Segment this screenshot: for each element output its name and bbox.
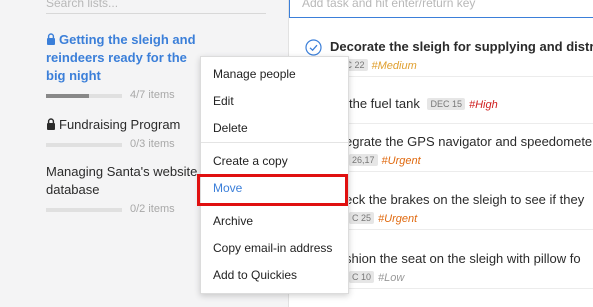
menu-item-add-quickies[interactable]: Add to Quickies [201,263,348,287]
task-tag[interactable]: #Low [378,272,404,284]
progress-count: 0/3 items [130,138,175,150]
due-date-badge: 26,17 [349,154,378,166]
task-title: eck the brakes on the sleigh to see if t… [345,192,585,207]
list-progress: 4/7 items [46,89,206,102]
list-title-row: Getting the sleigh and reindeers ready f… [46,31,206,85]
task-meta: C 10 #Low [349,271,404,284]
task-tag[interactable]: #Medium [372,60,417,72]
menu-item-copy-email[interactable]: Copy email-in address [201,236,348,260]
task-title: egrate the GPS navigator and speedometer [345,134,593,149]
progress-count: 0/2 items [130,203,175,215]
lock-icon [47,118,55,130]
task-tag[interactable]: #Urgent [378,213,417,225]
list-title-row: Fundraising Program [46,116,206,134]
task-title: Decorate the sleigh for supplying and di… [330,39,593,54]
list-item-website[interactable]: Managing Santa's website database 0/2 it… [46,163,206,216]
add-task-input[interactable] [290,0,593,14]
menu-divider [201,142,348,143]
task-title: shion the seat on the sleigh with pillow… [345,251,581,266]
task-tag[interactable]: #High [469,99,498,111]
list-title: Managing Santa's website database [46,164,198,197]
list-title: Fundraising Program [59,117,181,132]
list-item-fundraising[interactable]: Fundraising Program 0/3 items [46,116,206,151]
menu-item-create-copy[interactable]: Create a copy [201,149,348,173]
lock-icon [47,33,55,45]
check-circle-icon[interactable] [305,39,322,56]
due-date-badge: C 10 [349,271,375,283]
progress-fill [46,94,90,98]
add-task-wrapper [289,0,593,18]
list-title: Getting the sleigh and reindeers ready f… [46,32,196,83]
search-lists-input[interactable] [46,0,266,12]
menu-item-delete[interactable]: Delete [201,116,348,140]
progress-count: 4/7 items [130,89,175,101]
progress-bar [46,143,122,147]
list-item-sleigh[interactable]: Getting the sleigh and reindeers ready f… [46,31,206,102]
list-progress: 0/3 items [46,138,206,151]
menu-item-manage-people[interactable]: Manage people [201,62,348,86]
task-meta: C 25 #Urgent [349,212,417,225]
task-meta: 26,17 #Urgent [349,154,421,167]
task-tag[interactable]: #Urgent [382,155,421,167]
due-date-badge: DEC 15 [427,98,465,110]
list-progress: 0/2 items [46,203,206,216]
task-title: the fuel tank [349,96,420,111]
due-date-badge: C 25 [349,212,375,224]
search-lists-wrapper [46,0,266,14]
task-title-row: the fuel tank DEC 15 #High [349,96,498,111]
progress-bar [46,208,122,212]
progress-bar [46,94,122,98]
menu-item-archive[interactable]: Archive [201,209,348,233]
menu-item-edit[interactable]: Edit [201,89,348,113]
move-highlight-box [197,174,348,206]
